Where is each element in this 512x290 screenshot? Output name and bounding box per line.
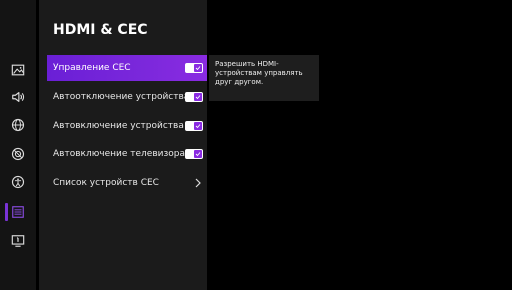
tooltip-text: Разрешить HDMI-устройствам управлять дру… bbox=[215, 60, 303, 86]
check-icon bbox=[194, 122, 202, 130]
check-icon bbox=[194, 150, 202, 158]
check-icon bbox=[194, 93, 202, 101]
check-icon bbox=[194, 64, 202, 72]
menu-item-device-auto-off[interactable]: Автоотключение устройства bbox=[47, 84, 207, 110]
menu-item-label: Управление CEC bbox=[53, 63, 131, 73]
cec-control-toggle[interactable] bbox=[185, 63, 203, 73]
tv-settings-screen: HDMI & CEC Управление CEC Автоотключение… bbox=[0, 0, 512, 290]
network-icon[interactable] bbox=[10, 117, 26, 133]
active-category-indicator bbox=[5, 203, 8, 221]
menu-item-device-auto-on[interactable]: Автовключение устройства bbox=[47, 113, 207, 139]
device-auto-on-toggle[interactable] bbox=[185, 121, 203, 131]
menu-item-label: Автоотключение устройства bbox=[53, 92, 190, 102]
item-description-tooltip: Разрешить HDMI-устройствам управлять дру… bbox=[209, 55, 319, 101]
menu-item-cec-control[interactable]: Управление CEC bbox=[47, 55, 207, 81]
menu-item-label: Автовключение телевизора bbox=[53, 149, 186, 159]
tv-auto-on-toggle[interactable] bbox=[185, 149, 203, 159]
menu-item-label: Список устройств CEC bbox=[53, 178, 159, 188]
page-title: HDMI & CEC bbox=[53, 22, 148, 38]
general-icon[interactable] bbox=[10, 146, 26, 162]
chevron-right-icon bbox=[195, 178, 201, 188]
settings-panel: HDMI & CEC Управление CEC Автоотключение… bbox=[39, 0, 207, 290]
device-auto-off-toggle[interactable] bbox=[185, 92, 203, 102]
settings-category-rail bbox=[0, 0, 36, 290]
menu-item-tv-auto-on[interactable]: Автовключение телевизора bbox=[47, 141, 207, 167]
menu-item-cec-device-list[interactable]: Список устройств CEC bbox=[47, 170, 207, 196]
sound-icon[interactable] bbox=[10, 89, 26, 105]
accessibility-icon[interactable] bbox=[10, 174, 26, 190]
menu-item-label: Автовключение устройства bbox=[53, 121, 184, 131]
system-info-icon[interactable] bbox=[10, 233, 26, 249]
hdmi-cec-icon[interactable] bbox=[10, 204, 26, 220]
picture-icon[interactable] bbox=[10, 62, 26, 78]
